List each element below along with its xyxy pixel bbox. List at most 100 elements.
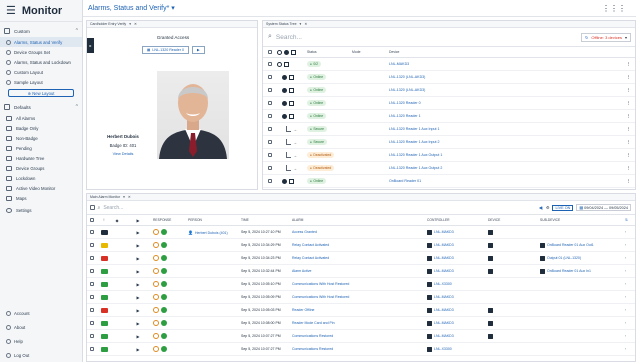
video-icon[interactable]: ▶ xyxy=(123,282,153,287)
alarm-row[interactable]: ▶ Sep 5, 2024 10:05:03 PM Reader Offline LN… xyxy=(87,304,635,317)
custom-section[interactable]: Custom ^ xyxy=(0,25,82,37)
device-icon[interactable] xyxy=(488,320,493,326)
status-row[interactable]: ● 0/2 LNL-MAKD3 ⋮ xyxy=(263,58,635,71)
device-name[interactable]: LNL-1320 Reader 1 Aux Input 2 xyxy=(389,140,627,144)
device-column-header[interactable]: DEVICE xyxy=(488,218,540,222)
row-chevron-icon[interactable]: › xyxy=(625,347,635,351)
video-icon[interactable]: ▶ xyxy=(123,269,153,274)
alarm-row[interactable]: ▶ Sep 5, 2024 10:34:23 PM Relay Contact Ac… xyxy=(87,252,635,265)
alarm-name[interactable]: Reader Mode Card and Pin xyxy=(292,321,427,325)
device-name[interactable]: LNL-1320 Reader 1 Aux Input 1 xyxy=(389,127,627,131)
row-checkbox[interactable] xyxy=(267,61,273,67)
clear-icon[interactable] xyxy=(161,294,167,300)
alarm-row[interactable]: ▶ Sep 5, 2024 10:07:27 PM Communications R… xyxy=(87,343,635,356)
clear-icon[interactable] xyxy=(161,242,167,248)
more-options-icon[interactable]: ⋮ xyxy=(627,75,635,79)
acknowledge-icon[interactable] xyxy=(153,307,159,313)
status-search-input[interactable]: Search... xyxy=(276,34,302,41)
row-chevron-icon[interactable]: › xyxy=(625,295,635,299)
row-checkbox[interactable] xyxy=(267,74,273,80)
more-options-icon[interactable]: ⋮ xyxy=(627,114,635,118)
sub-device-link[interactable]: OnBoard Reader 01 Aux In1 xyxy=(547,269,591,273)
acknowledge-icon[interactable] xyxy=(153,268,159,274)
alarm-row[interactable]: ▶ Sep 5, 2024 10:07:27 PM Communications R… xyxy=(87,330,635,343)
sidebar-item-default[interactable]: Device Groups xyxy=(0,163,82,173)
alarm-name[interactable]: Communications Restored xyxy=(292,334,427,338)
row-chevron-icon[interactable]: › xyxy=(625,334,635,338)
video-icon[interactable]: ▶ xyxy=(123,256,153,261)
column-settings-icon[interactable]: ⇅ xyxy=(625,218,635,222)
more-options-icon[interactable]: ⋮ xyxy=(627,166,635,170)
row-checkbox[interactable] xyxy=(89,255,95,261)
alarm-search-input[interactable]: Search... xyxy=(103,205,123,211)
alarm-name[interactable]: Relay Contact Activated xyxy=(292,256,427,260)
tab-main-alarm-monitor[interactable]: Main Alarm Monitor ▾ ✕ xyxy=(90,195,131,199)
status-row[interactable]: → ● Secure LNL-1320 Reader 1 Aux Input 2 ⋮ xyxy=(263,136,635,149)
sidebar-item-settings[interactable]: Settings xyxy=(0,205,82,215)
alarm-row[interactable]: ▶ Sep 5, 2024 10:08:00 PM Reader Mode Card… xyxy=(87,317,635,330)
hamburger-menu-icon[interactable]: ☰ xyxy=(6,4,16,17)
controller-column-header[interactable]: CONTROLLER xyxy=(427,218,488,222)
sidebar-item-bottom[interactable]: Account xyxy=(0,306,83,320)
date-range-picker[interactable]: ▦ 09/04/2024 — 09/05/2024 xyxy=(576,204,631,211)
clear-icon[interactable] xyxy=(161,229,167,235)
ack-column-header[interactable]: ◆ xyxy=(111,218,123,223)
response-column-header[interactable]: RESPONSE xyxy=(153,218,188,222)
video-icon[interactable]: ▶ xyxy=(123,334,153,339)
device-name[interactable]: LNL-MAKD3 xyxy=(389,62,627,66)
more-options-icon[interactable]: ⋮ xyxy=(627,179,635,183)
controller-link[interactable]: LNL-MAKD3 xyxy=(434,243,454,247)
row-chevron-icon[interactable]: › xyxy=(625,282,635,286)
filter-dropdown[interactable] xyxy=(90,205,95,210)
sidebar-item-bottom[interactable]: Log Out xyxy=(0,348,83,362)
row-checkbox[interactable] xyxy=(89,346,95,352)
chevron-down-icon[interactable]: ▾ xyxy=(300,22,302,26)
expand-icon[interactable] xyxy=(282,178,287,184)
video-icon[interactable]: ▶ xyxy=(123,295,153,300)
row-checkbox[interactable] xyxy=(89,229,95,235)
device-name[interactable]: LNL-1320 (LNL-AKD3) xyxy=(389,88,627,92)
alarm-name[interactable]: Relay Contact Activated xyxy=(292,243,427,247)
sidebar-item-custom[interactable]: Alarms, Status and Verify xyxy=(0,37,82,47)
row-chevron-icon[interactable]: › xyxy=(625,321,635,325)
sidebar-item-default[interactable]: Maps xyxy=(0,193,82,203)
alarm-name[interactable]: Communications Restored xyxy=(292,347,427,351)
row-chevron-icon[interactable]: › xyxy=(625,308,635,312)
device-icon[interactable] xyxy=(488,255,493,261)
alarm-name[interactable]: Reader Offline xyxy=(292,308,427,312)
sidebar-item-default[interactable]: All Alarms xyxy=(0,113,82,123)
status-row[interactable]: ● Online LNL-1320 (LNL-AKD3) ⋮ xyxy=(263,71,635,84)
more-options-icon[interactable]: ⋮ xyxy=(627,62,635,66)
layout-title-dropdown[interactable]: Alarms, Status and Verify* ▾ xyxy=(88,4,175,12)
sidebar-item-custom[interactable]: Device Groups Set xyxy=(0,47,82,57)
row-checkbox[interactable] xyxy=(89,268,95,274)
clear-icon[interactable] xyxy=(161,320,167,326)
device-name[interactable]: LNL-1320 (LNL-AKD3) xyxy=(389,75,627,79)
sidebar-item-default[interactable]: Active Video Monitor xyxy=(0,183,82,193)
row-chevron-icon[interactable]: › xyxy=(625,256,635,260)
collapse-icon[interactable] xyxy=(277,49,282,55)
row-checkbox[interactable] xyxy=(89,281,95,287)
close-icon[interactable]: ✕ xyxy=(304,22,307,26)
sidebar-item-default[interactable]: Non-Badge xyxy=(0,133,82,143)
status-row[interactable]: → ● Deactivated LNL-1320 Reader 1 Aux Outpu… xyxy=(263,162,635,175)
clear-icon[interactable] xyxy=(161,333,167,339)
row-chevron-icon[interactable]: › xyxy=(625,230,635,234)
row-checkbox[interactable] xyxy=(267,139,273,145)
defaults-section[interactable]: Defaults ^ xyxy=(0,101,82,113)
view-details-link[interactable]: View Details xyxy=(93,152,153,156)
acknowledge-icon[interactable] xyxy=(153,281,159,287)
acknowledge-icon[interactable] xyxy=(153,333,159,339)
row-chevron-icon[interactable]: › xyxy=(625,269,635,273)
sidebar-item-default[interactable]: Hardware Tree xyxy=(0,153,82,163)
collapse-icon[interactable] xyxy=(277,61,282,67)
row-checkbox[interactable] xyxy=(89,333,95,339)
tab-cardholder-verify[interactable]: Cardholder Entry Verify ▾ ✕ xyxy=(90,22,137,26)
volume-icon[interactable]: ◀) xyxy=(539,205,543,210)
select-all-checkbox[interactable] xyxy=(89,217,95,223)
sidebar-item-bottom[interactable]: About xyxy=(0,320,83,334)
expand-icon[interactable] xyxy=(282,100,287,106)
sidebar-item-default[interactable]: Pending xyxy=(0,143,82,153)
sidebar-item-bottom[interactable]: Help xyxy=(0,334,83,348)
device-icon[interactable] xyxy=(488,268,493,274)
